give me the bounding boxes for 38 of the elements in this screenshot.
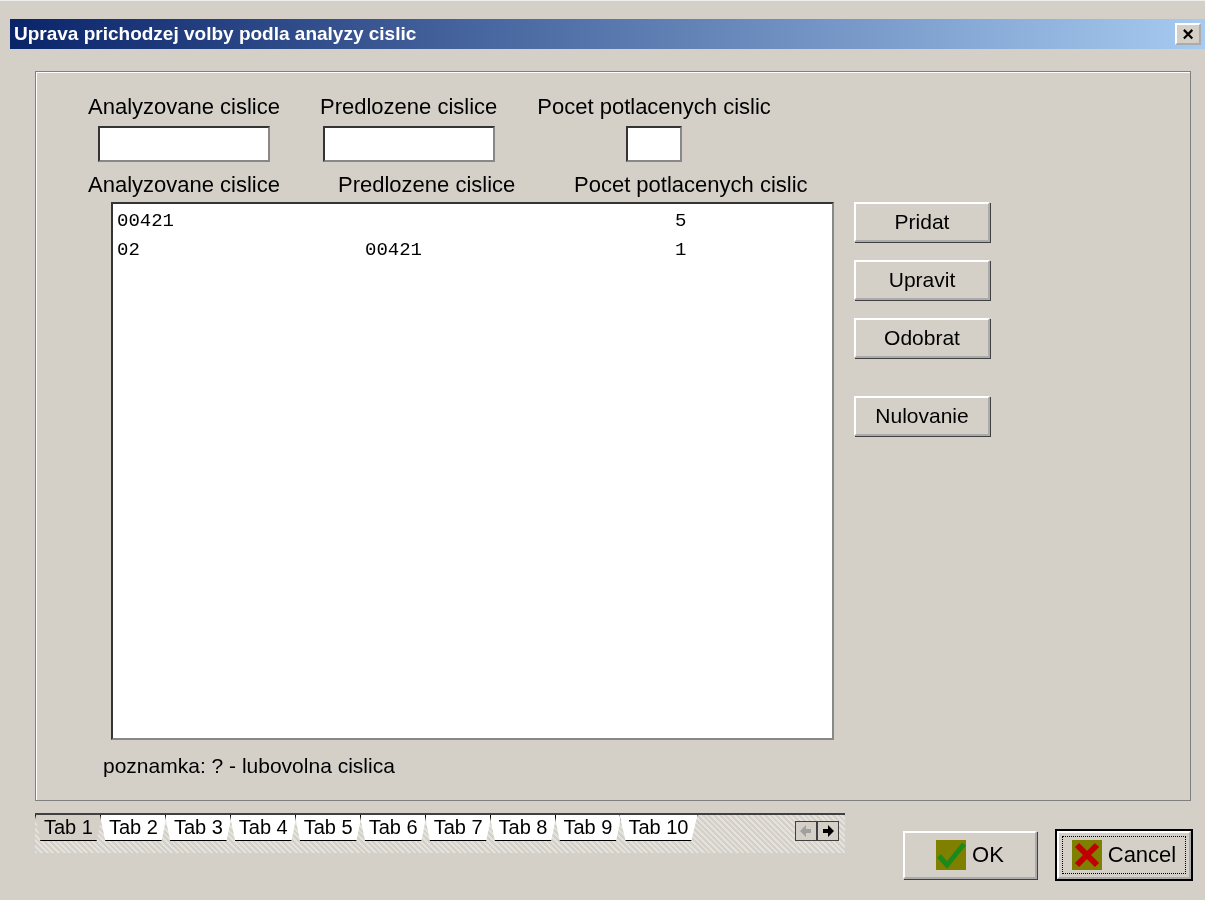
column-header: Predlozene cislice	[338, 172, 517, 198]
tab[interactable]: Tab 6	[359, 815, 427, 841]
input-field[interactable]	[626, 126, 683, 162]
note-text: poznamka: ? - lubovolna cislica	[103, 754, 396, 778]
cross-icon	[1071, 840, 1102, 870]
action-button[interactable]: Nulovanie	[854, 396, 990, 436]
list-cell-text: 00421	[117, 210, 175, 234]
column-header: Pocet potlacenych cislic	[574, 172, 809, 198]
action-button[interactable]: Odobrat	[854, 318, 990, 358]
tab[interactable]: Tab 4	[229, 815, 297, 841]
tab[interactable]: Tab 3	[164, 815, 232, 841]
tab[interactable]: Tab 7	[424, 815, 492, 841]
list-cell-text: 02	[117, 239, 141, 263]
input-field[interactable]	[98, 126, 270, 162]
action-button[interactable]: Upravit	[854, 260, 990, 300]
tab[interactable]: Tab 5	[294, 815, 362, 841]
scroll-right-icon[interactable]	[817, 821, 839, 841]
list-cell-text: 1	[675, 239, 688, 263]
field-label: Analyzovane cislice	[88, 94, 280, 120]
field-label: Predlozene cislice	[320, 94, 498, 120]
window-title: Uprava prichodzej volby podla analyzy cislic	[14, 23, 417, 45]
tab[interactable]: Tab 2	[99, 815, 167, 841]
column-header: Analyzovane cislice	[88, 172, 281, 198]
tab[interactable]: Tab 9	[554, 815, 622, 841]
list-cell-text: 5	[675, 210, 688, 234]
input-field[interactable]	[322, 126, 495, 162]
ok-button[interactable]: OK	[903, 831, 1037, 879]
tab[interactable]: Tab 10	[619, 815, 698, 841]
scroll-left-icon[interactable]	[795, 821, 817, 841]
close-button[interactable]: ×	[1175, 23, 1201, 45]
cancel-button[interactable]: Cancel	[1057, 831, 1191, 879]
checkmark-icon	[936, 840, 967, 870]
field-label: Pocet potlacenych cislic	[537, 94, 771, 120]
action-button[interactable]: Pridat	[854, 202, 990, 242]
tab[interactable]: Tab 1	[35, 815, 102, 841]
list-box[interactable]: 00421 5 02 00421 1	[111, 202, 834, 740]
list-cell-text: 00421	[365, 239, 423, 263]
tab[interactable]: Tab 8	[489, 815, 557, 841]
